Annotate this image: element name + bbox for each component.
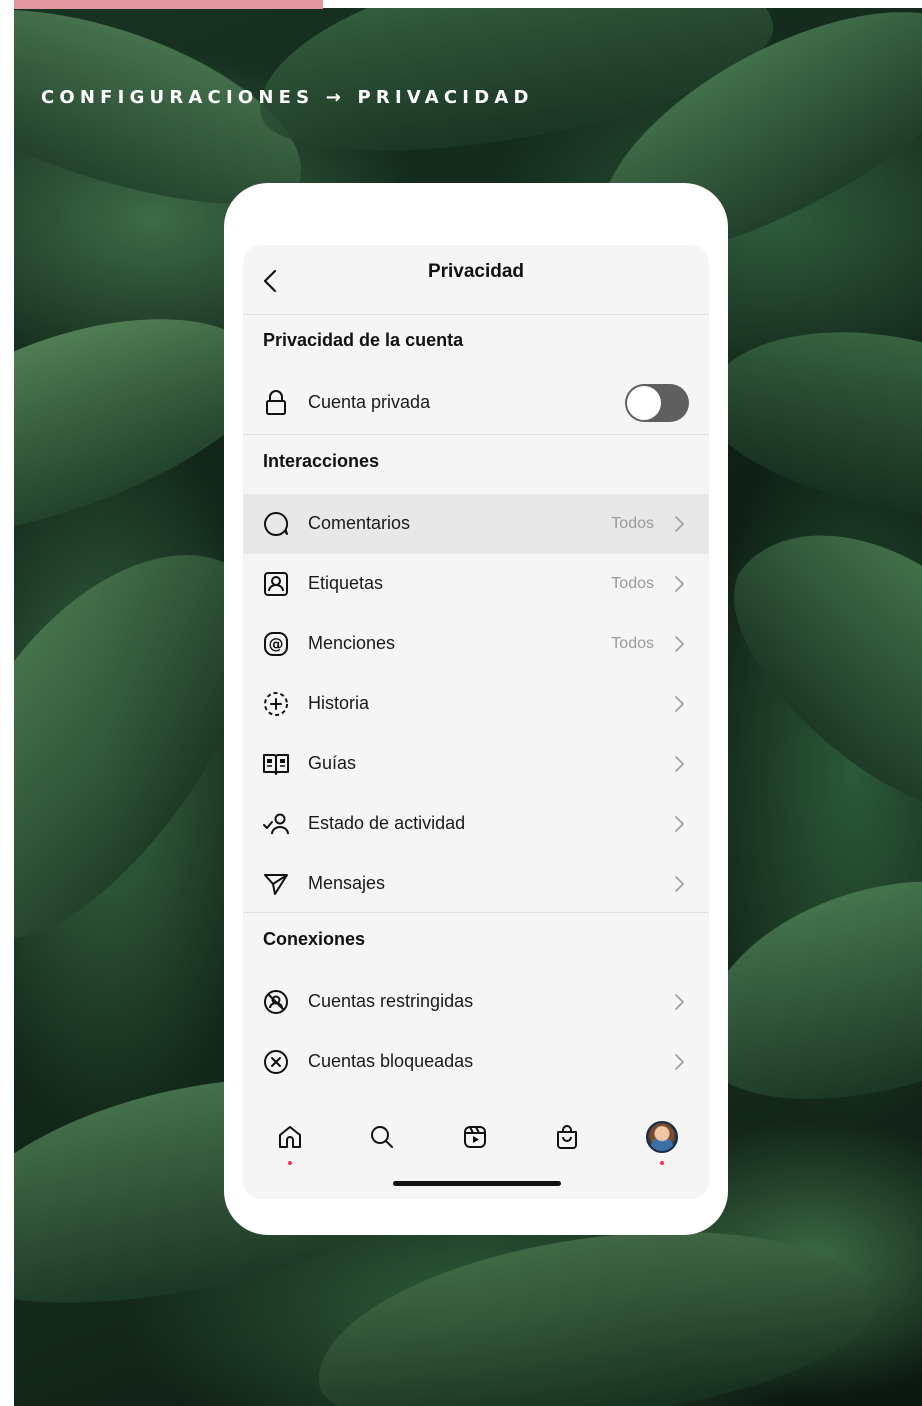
paper-plane-icon — [261, 869, 291, 899]
tab-shop[interactable] — [551, 1121, 583, 1153]
guide-book-icon — [261, 749, 291, 779]
private-account-toggle[interactable] — [625, 384, 689, 422]
divider — [243, 912, 709, 913]
at-sign-icon: @ — [261, 629, 291, 659]
chevron-left-icon — [263, 269, 277, 293]
interactions-row-mentions[interactable]: @ Menciones Todos — [243, 614, 709, 674]
interactions-row-story[interactable]: Historia — [243, 674, 709, 734]
home-icon — [279, 1126, 301, 1148]
row-label: Etiquetas — [308, 573, 384, 593]
profile-avatar — [646, 1121, 678, 1153]
row-value: Todos — [611, 575, 654, 592]
chevron-right-icon — [675, 576, 684, 592]
chevron-right-icon — [675, 756, 684, 772]
section-title-connections: Conexiones — [263, 929, 366, 949]
row-label: Comentarios — [308, 513, 411, 533]
row-value: Todos — [611, 515, 654, 532]
privacy-screen: Privacidad Privacidad de la cuenta Cuent… — [243, 245, 709, 1199]
section-title-account: Privacidad de la cuenta — [263, 330, 464, 350]
story-add-icon — [261, 689, 291, 719]
tab-home[interactable] — [274, 1121, 306, 1153]
interactions-row-activity-status[interactable]: Estado de actividad — [243, 794, 709, 854]
back-button[interactable] — [255, 265, 285, 297]
home-indicator — [393, 1181, 561, 1186]
chevron-right-icon — [675, 696, 684, 712]
tag-person-icon — [261, 569, 291, 599]
row-value: Todos — [611, 635, 654, 652]
row-label: Menciones — [308, 633, 396, 653]
svg-text:@: @ — [269, 635, 284, 653]
phone-mockup: Privacidad Privacidad de la cuenta Cuent… — [224, 183, 728, 1235]
interactions-row-comments[interactable]: Comentarios Todos — [243, 494, 709, 554]
row-label: Estado de actividad — [308, 813, 466, 833]
interactions-row-tags[interactable]: Etiquetas Todos — [243, 554, 709, 614]
private-account-label: Cuenta privada — [308, 392, 431, 412]
interactions-row-messages[interactable]: Mensajes — [243, 854, 709, 914]
comment-icon — [261, 509, 291, 539]
chevron-right-icon — [675, 1054, 684, 1070]
tab-reels[interactable] — [459, 1121, 491, 1153]
nav-bar: Privacidad — [243, 245, 709, 315]
activity-status-icon — [261, 809, 291, 839]
chevron-right-icon — [675, 876, 684, 892]
row-label: Cuentas restringidas — [308, 991, 474, 1011]
breadcrumb: CONFIGURACIONES → PRIVACIDAD — [41, 87, 534, 108]
interactions-row-guides[interactable]: Guías — [243, 734, 709, 794]
profile-notification-dot — [660, 1161, 664, 1165]
search-icon — [371, 1126, 393, 1148]
chevron-right-icon — [675, 516, 684, 532]
divider — [243, 434, 709, 435]
row-label: Guías — [308, 753, 357, 773]
page-title: Privacidad — [427, 261, 525, 282]
shop-icon — [557, 1125, 577, 1149]
chevron-right-icon — [675, 636, 684, 652]
toggle-knob — [627, 386, 661, 420]
connections-row-blocked[interactable]: Cuentas bloqueadas — [243, 1032, 709, 1092]
tab-profile[interactable] — [646, 1121, 678, 1153]
section-title-interactions: Interacciones — [263, 451, 380, 471]
chevron-right-icon — [675, 816, 684, 832]
row-label: Historia — [308, 693, 370, 713]
connections-row-restricted[interactable]: Cuentas restringidas — [243, 972, 709, 1032]
accent-bar — [14, 0, 323, 9]
home-notification-dot — [288, 1161, 292, 1165]
row-label: Cuentas bloqueadas — [308, 1051, 474, 1071]
blocked-icon — [261, 1047, 291, 1077]
tab-search[interactable] — [366, 1121, 398, 1153]
lock-icon — [261, 388, 291, 418]
chevron-right-icon — [675, 994, 684, 1010]
restricted-icon — [261, 987, 291, 1017]
reels-icon — [464, 1126, 486, 1148]
row-label: Mensajes — [308, 873, 386, 893]
